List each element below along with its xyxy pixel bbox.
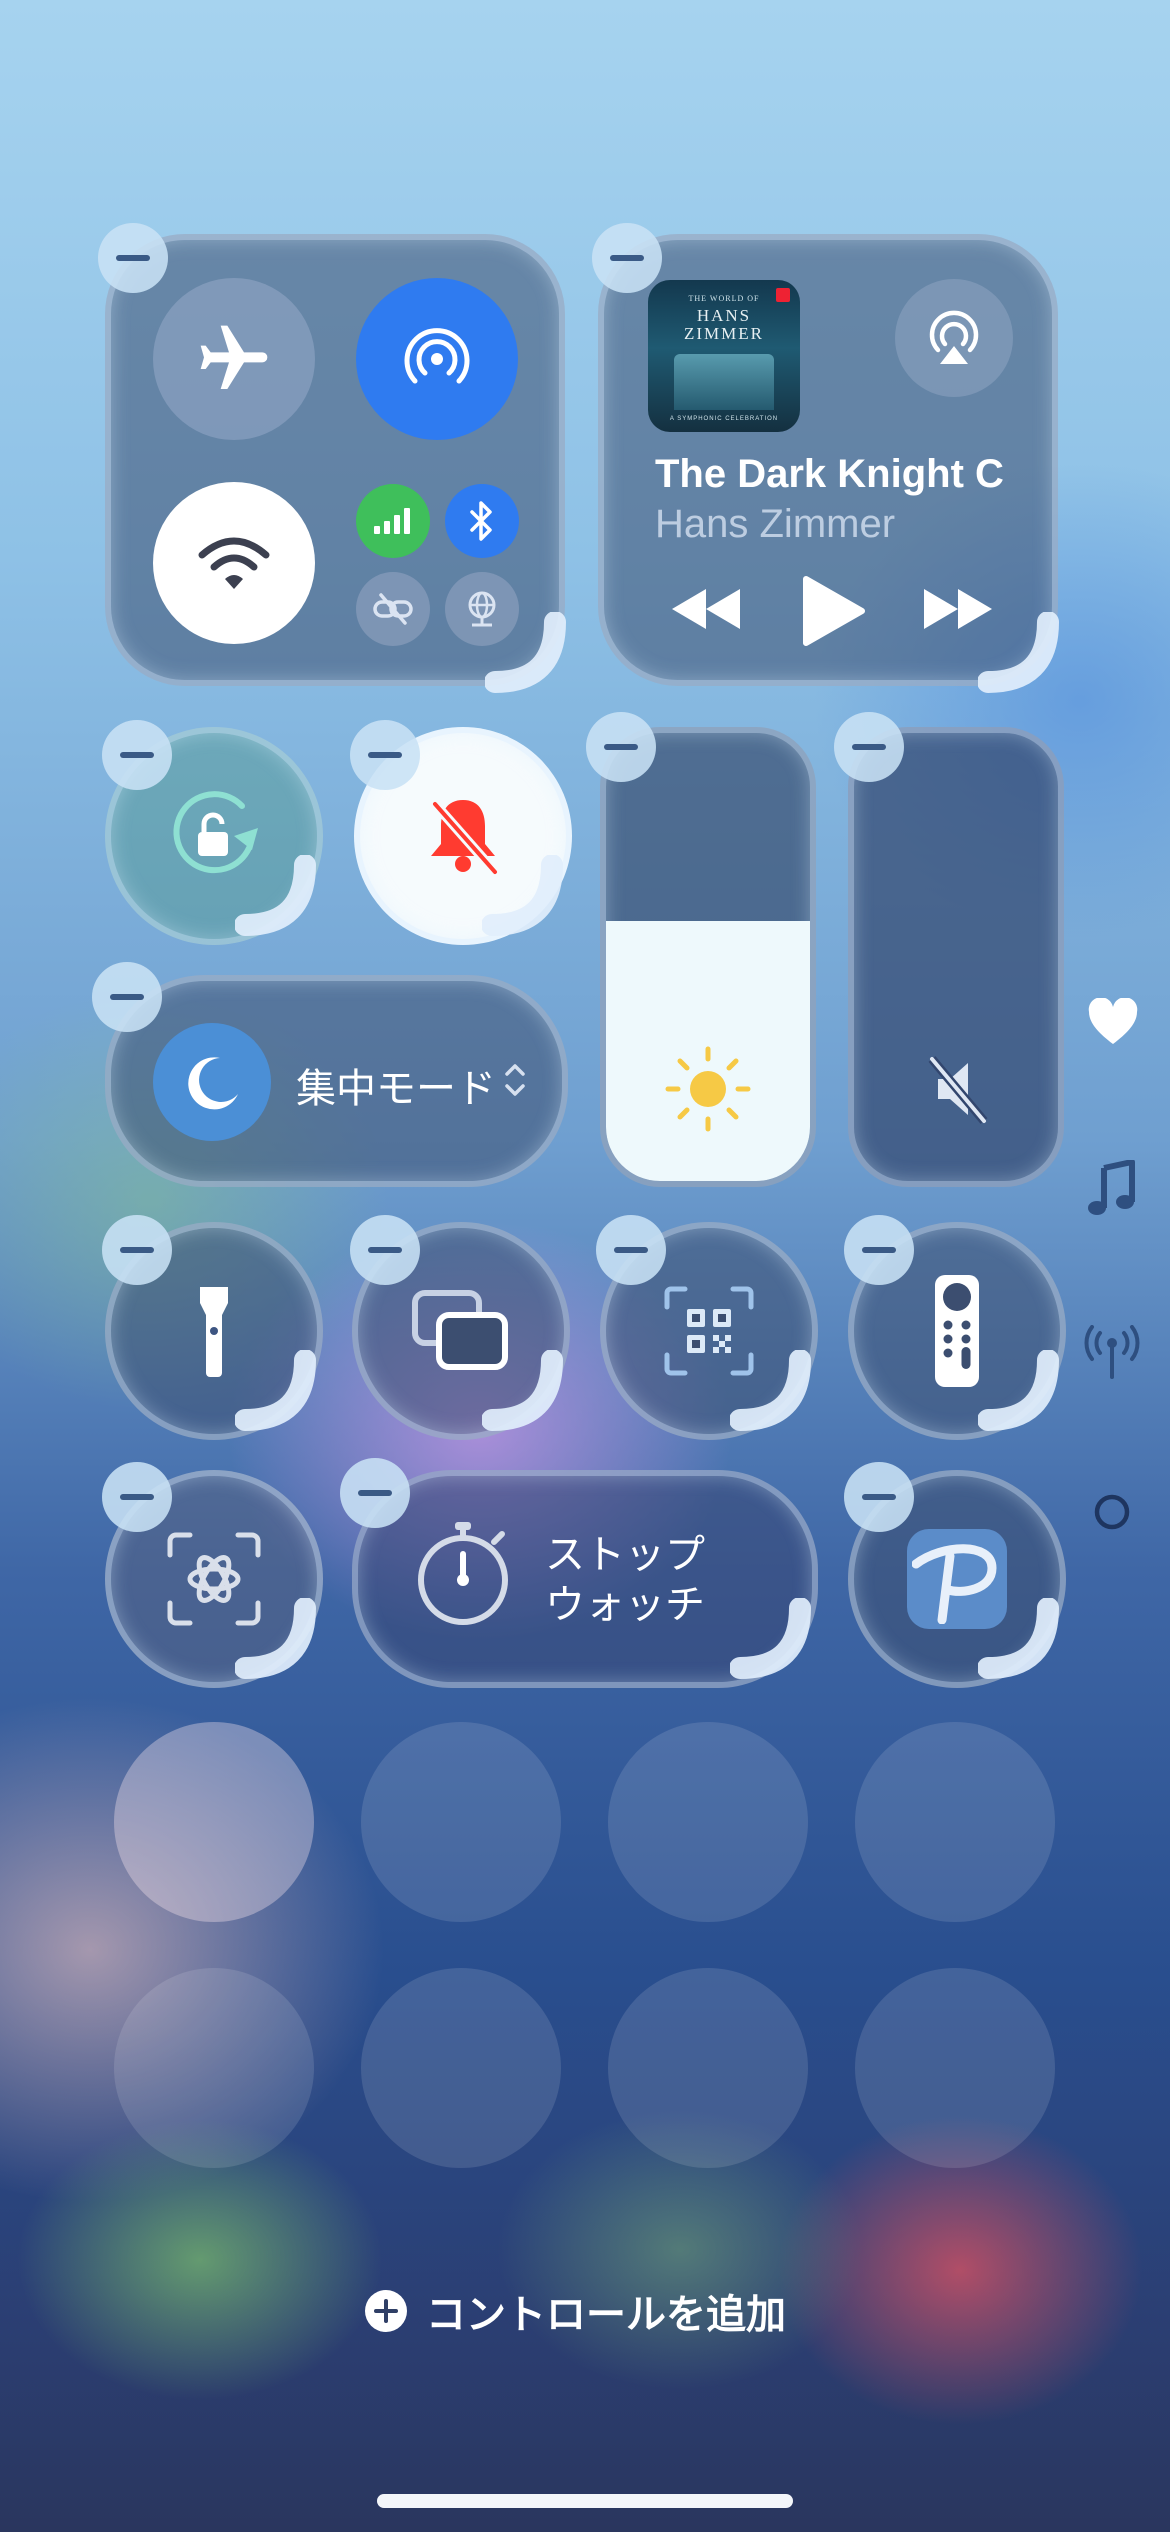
airplay-button[interactable] — [895, 279, 1013, 397]
empty-slot[interactable] — [361, 1722, 561, 1922]
track-title: The Dark Knight C — [655, 452, 1004, 496]
music-note-icon[interactable] — [1086, 1160, 1138, 1220]
remove-silent-mode-button[interactable] — [350, 720, 420, 790]
chevron-up-down-icon — [505, 1064, 525, 1096]
sun-icon — [665, 1046, 751, 1132]
bluetooth-toggle[interactable] — [445, 484, 519, 558]
wifi-icon — [198, 537, 270, 589]
speaker-slash-icon — [928, 1056, 988, 1124]
track-artist: Hans Zimmer — [655, 502, 896, 546]
album-label-logo — [776, 288, 790, 302]
remove-now-playing-button[interactable] — [592, 223, 662, 293]
resize-handle-silent-mode[interactable] — [482, 855, 572, 945]
empty-slot[interactable] — [855, 1968, 1055, 2168]
remove-volume-button[interactable] — [834, 712, 904, 782]
remove-brightness-button[interactable] — [586, 712, 656, 782]
wifi-toggle[interactable] — [153, 482, 315, 644]
resize-handle-orientation-lock[interactable] — [235, 855, 325, 945]
resize-handle-screen-mirroring[interactable] — [482, 1350, 572, 1440]
remove-stopwatch-button[interactable] — [340, 1458, 410, 1528]
bluetooth-icon — [470, 501, 492, 541]
remove-focus-button[interactable] — [92, 962, 162, 1032]
circle-icon[interactable] — [1092, 1492, 1132, 1532]
empty-slot[interactable] — [361, 1968, 561, 2168]
remove-screen-mirroring-button[interactable] — [350, 1215, 420, 1285]
empty-slot[interactable] — [855, 1722, 1055, 1922]
resize-handle-connectivity[interactable] — [485, 612, 575, 702]
empty-slot[interactable] — [114, 1968, 314, 2168]
resize-handle-now-playing[interactable] — [978, 612, 1068, 702]
cellular-toggle[interactable] — [356, 484, 430, 558]
brightness-slider[interactable] — [600, 727, 816, 1187]
plus-circle-icon — [365, 2290, 407, 2332]
empty-slot[interactable] — [114, 1722, 314, 1922]
empty-slot[interactable] — [608, 1722, 808, 1922]
moon-icon — [188, 1057, 238, 1110]
resize-handle-flashlight[interactable] — [235, 1350, 325, 1440]
flashlight-icon — [200, 1287, 228, 1377]
airplay-audio-icon — [929, 310, 979, 364]
stopwatch-label-line2: ウォッチ — [545, 1583, 705, 1627]
airdrop-icon — [404, 328, 470, 384]
focus-label: 集中モード — [296, 1067, 496, 1111]
add-controls-label: コントロールを追加 — [426, 2293, 786, 2337]
empty-slot[interactable] — [608, 1968, 808, 2168]
remove-orientation-lock-button[interactable] — [102, 720, 172, 790]
volume-slider[interactable] — [848, 727, 1064, 1187]
remove-remote-button[interactable] — [844, 1215, 914, 1285]
resize-handle-qr-scanner[interactable] — [730, 1350, 820, 1440]
airdrop-toggle[interactable] — [356, 278, 518, 440]
rewind-button[interactable] — [668, 585, 744, 633]
focus-moon-button[interactable] — [153, 1023, 271, 1141]
remove-flashlight-button[interactable] — [102, 1215, 172, 1285]
album-art: THE WORLD OF HANS ZIMMER A SYMPHONIC CEL… — [648, 280, 800, 432]
add-controls-button[interactable]: コントロールを追加 — [364, 2285, 786, 2337]
stopwatch-icon — [418, 1522, 508, 1625]
resize-handle-remote[interactable] — [978, 1350, 1068, 1440]
heart-icon[interactable] — [1087, 998, 1139, 1046]
remove-qr-scanner-button[interactable] — [596, 1215, 666, 1285]
antenna-icon[interactable] — [1084, 1325, 1140, 1379]
play-button[interactable] — [800, 575, 866, 647]
airplane-mode-toggle[interactable] — [153, 278, 315, 440]
resize-handle-app-shortcut[interactable] — [978, 1598, 1068, 1688]
airplane-icon — [200, 325, 268, 389]
cellular-signal-icon — [374, 508, 410, 534]
remove-visual-intelligence-button[interactable] — [102, 1462, 172, 1532]
album-art-name-2: ZIMMER — [684, 324, 764, 343]
personal-hotspot-toggle[interactable] — [356, 572, 430, 646]
home-indicator[interactable] — [377, 2494, 793, 2508]
album-art-subtitle: A SYMPHONIC CELEBRATION — [669, 416, 779, 422]
tv-remote-icon — [935, 1275, 979, 1387]
album-art-building — [674, 354, 774, 410]
remove-connectivity-button[interactable] — [98, 223, 168, 293]
resize-handle-stopwatch[interactable] — [730, 1598, 820, 1688]
remove-app-shortcut-button[interactable] — [844, 1462, 914, 1532]
album-art-name-1: HANS — [696, 306, 752, 325]
link-slash-icon — [373, 593, 413, 625]
resize-handle-visual-intelligence[interactable] — [235, 1598, 325, 1688]
